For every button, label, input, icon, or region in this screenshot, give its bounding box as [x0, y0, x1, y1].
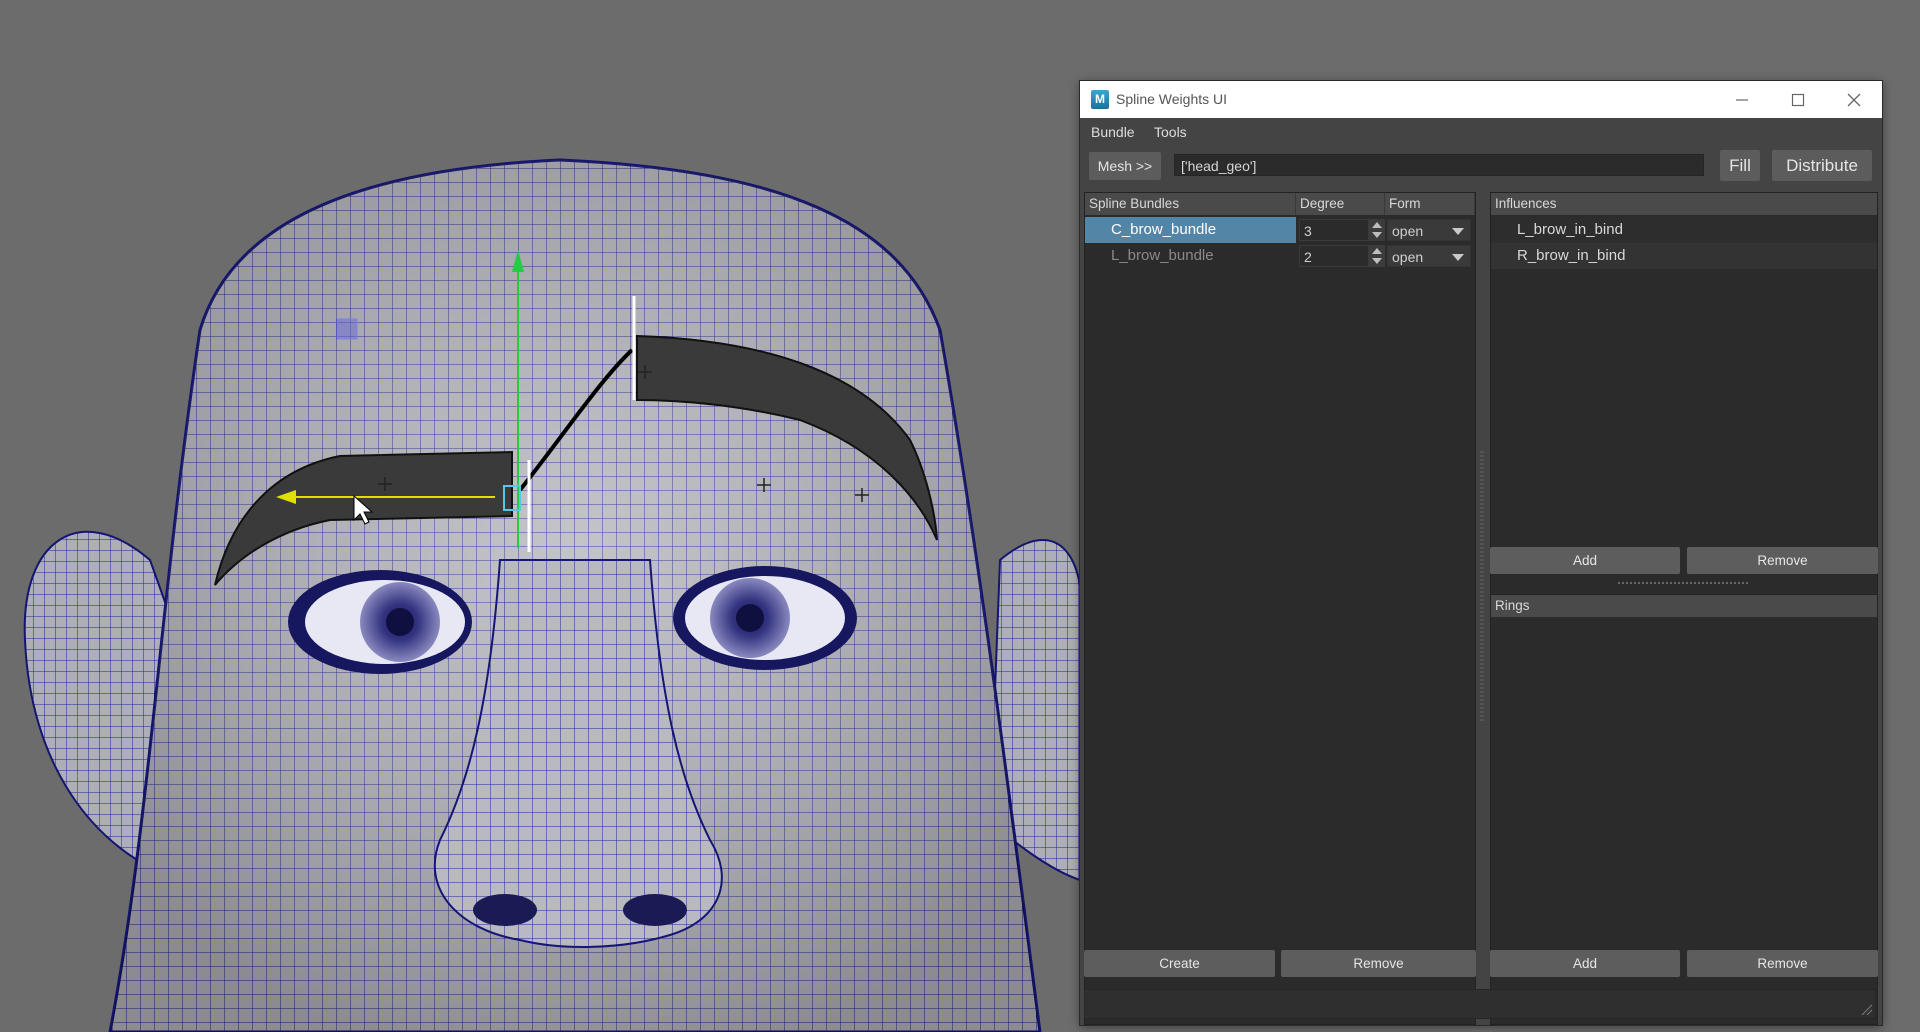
form-dropdown[interactable]: open — [1387, 219, 1471, 241]
menu-bundle[interactable]: Bundle — [1091, 124, 1135, 140]
header-form[interactable]: Form — [1385, 193, 1475, 215]
menu-tools[interactable]: Tools — [1154, 124, 1187, 140]
degree-spinner[interactable] — [1369, 219, 1385, 241]
header-spline-bundles[interactable]: Spline Bundles — [1085, 193, 1296, 215]
maximize-button[interactable] — [1770, 81, 1826, 118]
bundle-row[interactable]: C_brow_bundle 3 open — [1085, 217, 1475, 243]
spin-down-icon[interactable] — [1372, 258, 1382, 264]
form-dropdown[interactable]: open — [1387, 245, 1471, 267]
mesh-button[interactable]: Mesh >> — [1089, 152, 1161, 180]
remove-bundle-button[interactable]: Remove — [1281, 950, 1476, 977]
spline-weights-window: M Spline Weights UI Bundle Tools Mesh >>… — [1080, 81, 1882, 1025]
header-influences: Influences — [1491, 193, 1877, 215]
minimize-button[interactable] — [1714, 81, 1770, 118]
degree-spinner[interactable] — [1369, 245, 1385, 267]
resize-grip-icon[interactable] — [1860, 1003, 1872, 1015]
maximize-icon — [1791, 93, 1805, 106]
influence-item[interactable]: L_brow_in_bind — [1491, 217, 1877, 243]
right-eye — [673, 566, 857, 670]
remove-ring-button[interactable]: Remove — [1687, 950, 1878, 977]
status-bar — [1084, 989, 1876, 1019]
close-button[interactable] — [1826, 81, 1882, 118]
spin-up-icon[interactable] — [1372, 248, 1382, 254]
vertical-splitter-handle[interactable] — [1480, 451, 1484, 721]
create-bundle-button[interactable]: Create — [1084, 950, 1275, 977]
remove-influence-button[interactable]: Remove — [1687, 547, 1878, 574]
spline-bundles-table: Spline Bundles Degree Form C_brow_bundle… — [1084, 192, 1476, 1025]
influence-item[interactable]: R_brow_in_bind — [1491, 243, 1877, 269]
menu-bar: Bundle Tools — [1080, 119, 1882, 145]
dropdown-arrow-icon — [1452, 254, 1464, 261]
distribute-button[interactable]: Distribute — [1772, 150, 1872, 181]
close-icon — [1847, 93, 1861, 106]
minimize-icon — [1736, 98, 1748, 101]
header-degree[interactable]: Degree — [1296, 193, 1385, 215]
fill-button[interactable]: Fill — [1720, 150, 1760, 181]
mesh-toolbar: Mesh >> ['head_geo'] Fill Distribute — [1080, 145, 1882, 187]
left-eye — [288, 570, 472, 674]
dropdown-arrow-icon — [1452, 228, 1464, 235]
spin-down-icon[interactable] — [1372, 232, 1382, 238]
horizontal-splitter-handle[interactable] — [1618, 582, 1748, 584]
header-rings: Rings — [1491, 595, 1877, 617]
bundle-name[interactable]: L_brow_bundle — [1085, 243, 1296, 269]
degree-field[interactable]: 2 — [1299, 245, 1369, 267]
head-mesh-render — [23, 158, 1080, 1032]
form-value: open — [1392, 249, 1424, 265]
add-influence-button[interactable]: Add — [1490, 547, 1680, 574]
bundle-row[interactable]: L_brow_bundle 2 open — [1085, 243, 1475, 269]
window-title: Spline Weights UI — [1116, 91, 1228, 107]
degree-field[interactable]: 3 — [1299, 219, 1369, 241]
mesh-field[interactable]: ['head_geo'] — [1174, 154, 1704, 176]
spin-up-icon[interactable] — [1372, 222, 1382, 228]
form-value: open — [1392, 223, 1424, 239]
bundle-name[interactable]: C_brow_bundle — [1085, 217, 1296, 243]
title-bar[interactable]: M Spline Weights UI — [1080, 81, 1882, 118]
maya-app-icon: M — [1091, 90, 1109, 109]
add-ring-button[interactable]: Add — [1490, 950, 1680, 977]
